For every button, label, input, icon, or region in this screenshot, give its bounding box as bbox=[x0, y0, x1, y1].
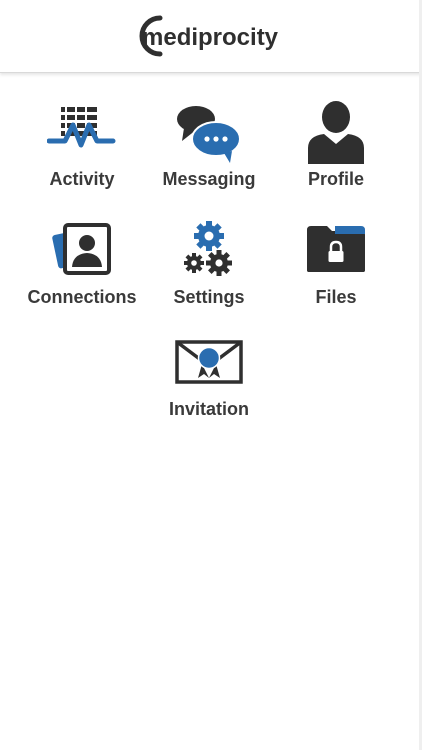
person-icon bbox=[308, 101, 364, 164]
header-bar: mediprocity bbox=[0, 0, 422, 73]
gears-icon bbox=[184, 221, 232, 276]
sealed-envelope-icon bbox=[175, 340, 243, 384]
activity-chart-icon bbox=[47, 107, 116, 148]
menu-item-label: Activity bbox=[49, 169, 115, 189]
menu-item-messaging[interactable]: Messaging bbox=[149, 103, 269, 203]
menu-item-label: Files bbox=[315, 287, 357, 307]
menu-item-activity[interactable]: Activity bbox=[22, 103, 142, 203]
menu-item-settings[interactable]: Settings bbox=[149, 219, 269, 319]
menu-item-label: Invitation bbox=[169, 399, 249, 419]
menu-item-label: Messaging bbox=[162, 169, 256, 189]
chat-bubbles-icon bbox=[177, 106, 241, 163]
menu-item-invitation[interactable]: Invitation bbox=[149, 338, 269, 438]
menu-item-label: Connections bbox=[27, 287, 137, 307]
menu-item-connections[interactable]: Connections bbox=[22, 221, 142, 321]
app-screen: mediprocity Activity Messaging Profile C… bbox=[0, 0, 422, 750]
locked-folder-icon bbox=[307, 226, 365, 272]
menu-item-label: Settings bbox=[173, 287, 245, 307]
logo-wordmark: mediprocity bbox=[142, 24, 279, 51]
menu-item-profile[interactable]: Profile bbox=[276, 100, 396, 200]
contact-cards-icon bbox=[52, 223, 111, 275]
mediprocity-logo: mediprocity bbox=[139, 15, 279, 57]
menu-item-files[interactable]: Files bbox=[276, 222, 396, 322]
menu-item-label: Profile bbox=[307, 169, 364, 189]
